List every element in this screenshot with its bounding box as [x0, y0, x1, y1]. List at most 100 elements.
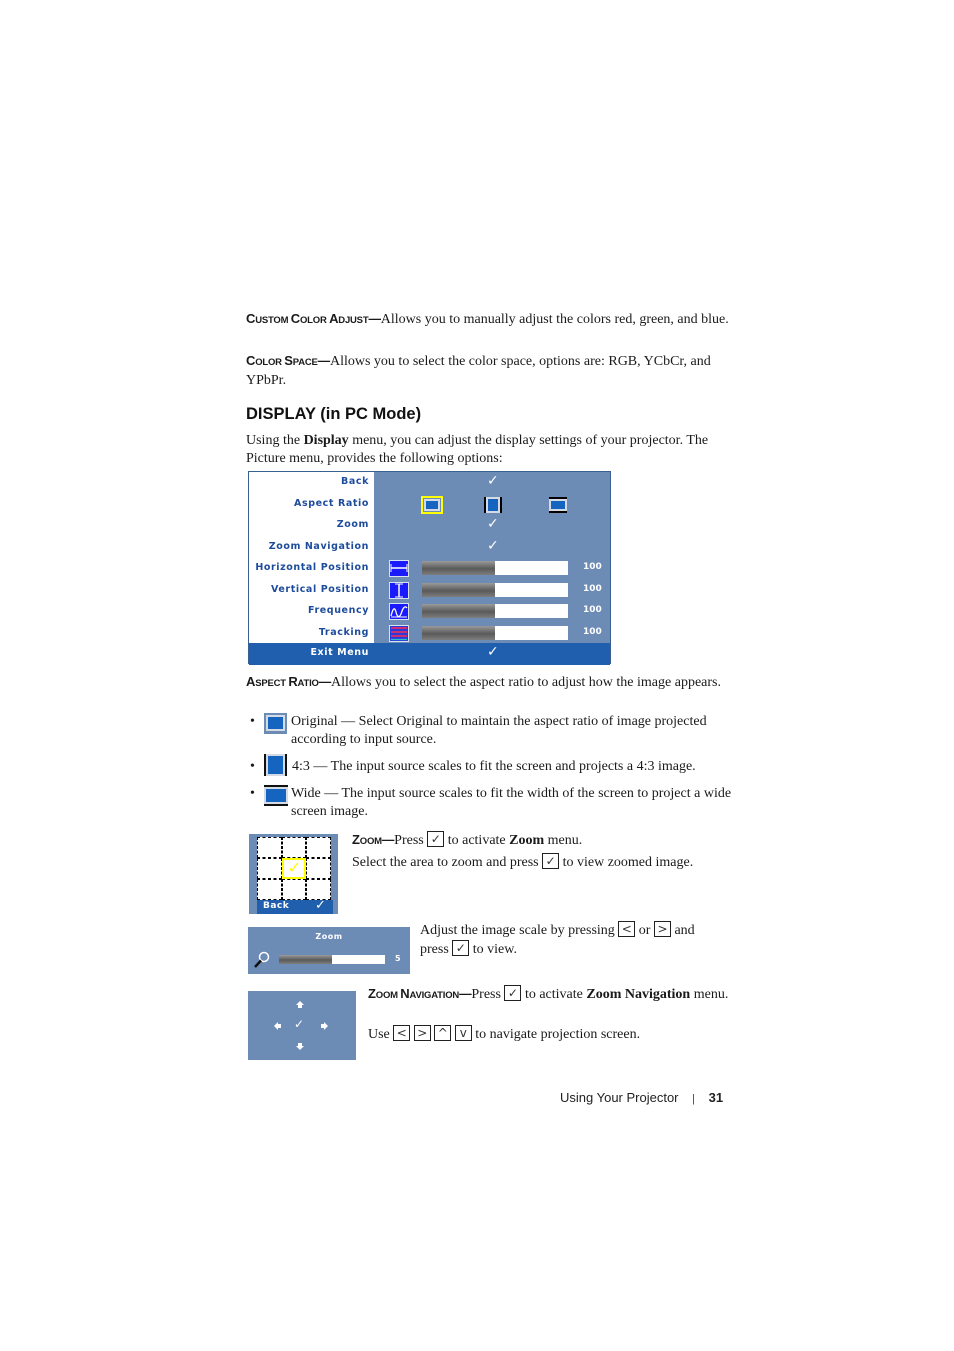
down-button-icon: v: [454, 1025, 472, 1041]
right-button-icon: >: [413, 1025, 431, 1041]
section-title: DISPLAY (in PC Mode): [246, 405, 422, 423]
wide-aspect-option-icon[interactable]: [549, 496, 567, 513]
frequency-icon: [389, 603, 409, 620]
original-aspect-option-icon[interactable]: [421, 495, 443, 514]
check-icon: ✓: [294, 1017, 305, 1031]
bullet-text: Original — Select Original to maintain t…: [291, 714, 707, 747]
select-button-icon: ✓: [452, 940, 470, 956]
osd-row-frequency[interactable]: Frequency 100: [249, 601, 610, 623]
page-footer: Using Your Projector | 31: [560, 1090, 723, 1105]
zoom-cell[interactable]: [306, 879, 331, 900]
bullet: •: [250, 714, 255, 729]
arrow-down-icon: [296, 1043, 304, 1050]
zoom-select-area-text: Select the area to zoom and press ✓ to v…: [352, 853, 694, 870]
display-intro-paragraph: Using the Display menu, you can adjust t…: [246, 432, 738, 468]
zoom-cell[interactable]: [257, 879, 282, 900]
color-space-term: COLOR SPACE—: [246, 353, 330, 368]
horizontal-position-value: 100: [583, 562, 602, 572]
vertical-position-slider[interactable]: [422, 582, 568, 597]
tracking-icon: [389, 624, 409, 642]
wide-aspect-icon: [264, 785, 288, 806]
bullet-text: Wide — The input source scales to fit th…: [291, 786, 732, 819]
zoom-cell[interactable]: [281, 879, 307, 900]
zoom-cell[interactable]: [281, 837, 307, 858]
custom-color-adjust-paragraph: CUSTOM COLOR ADJUST—Allows you to manual…: [246, 310, 738, 330]
osd-label-tracking: Tracking: [318, 626, 369, 638]
zoom-cell[interactable]: [257, 858, 282, 879]
aspect-ratio-paragraph: ASPECT RATIO—Allows you to select the as…: [246, 673, 738, 693]
check-icon: ✓: [315, 898, 326, 913]
osd-label-zoom: Zoom: [336, 519, 369, 530]
osd-label-aspect-ratio: Aspect Ratio: [294, 497, 369, 509]
select-button-icon: ✓: [427, 831, 445, 847]
zoom-cell[interactable]: [257, 837, 282, 858]
zoom-cell-selected[interactable]: ✓: [281, 858, 307, 879]
zoom-navigation-term: ZOOM NAVIGATION—: [368, 986, 472, 1001]
arrow-right-icon: [321, 1022, 328, 1030]
osd-row-zoom[interactable]: Zoom ✓: [249, 515, 610, 537]
zoom-scale-osd: Zoom 5: [248, 927, 410, 974]
zoom-osd-title: Zoom: [315, 932, 343, 941]
zoom-scale-slider[interactable]: [279, 955, 385, 964]
color-space-paragraph: COLOR SPACE—Allows you to select the col…: [246, 352, 738, 390]
bullet: •: [250, 786, 255, 801]
back-label: Back: [263, 901, 290, 911]
zoom-grid-cells: ✓: [257, 837, 331, 900]
right-button-icon: >: [653, 921, 671, 937]
frequency-slider[interactable]: [422, 604, 568, 618]
zoom-cell[interactable]: [306, 858, 331, 879]
select-button-icon: ✓: [542, 853, 560, 869]
page-number: 31: [708, 1090, 724, 1105]
footer-separator: |: [692, 1093, 695, 1105]
check-icon: ✓: [487, 473, 499, 489]
osd-label-vertical-position: Vertical Position: [270, 583, 369, 595]
custom-color-adjust-term: CUSTOM COLOR ADJUST—: [246, 311, 381, 326]
intro-bold-display: Display: [303, 433, 349, 448]
zoom-navigation-osd: ✓: [248, 991, 356, 1060]
up-button-icon: ^: [434, 1025, 452, 1041]
tracking-value: 100: [583, 626, 602, 637]
bullet: •: [250, 759, 255, 774]
check-icon: ✓: [487, 516, 499, 532]
check-icon: ✓: [287, 858, 301, 877]
osd-row-zoom-navigation[interactable]: Zoom Navigation ✓: [249, 537, 610, 559]
zoom-term: ZOOM—: [352, 832, 395, 847]
horizontal-position-icon: [389, 560, 409, 577]
zoom-navigation-use-text: Use < > ^ v to navigate projection scree…: [368, 1025, 641, 1042]
zoom-area-grid: ✓ Back ✓: [249, 834, 338, 914]
osd-row-aspect-ratio[interactable]: Aspect Ratio: [249, 494, 610, 516]
zoom-grid-back-bar[interactable]: Back ✓: [257, 898, 333, 914]
osd-row-horizontal-position[interactable]: Horizontal Position 100: [249, 558, 610, 580]
osd-label-zoom-navigation: Zoom Navigation: [268, 540, 369, 552]
footer-chapter: Using Your Projector: [560, 1090, 679, 1105]
check-icon: ✓: [487, 537, 499, 554]
horizontal-position-slider[interactable]: [422, 561, 568, 575]
intro-text: Using the: [246, 433, 304, 448]
magnifier-icon: [254, 951, 270, 974]
osd-label-back: Back: [340, 476, 369, 487]
aspect-ratio-text: Allows you to select the aspect ratio to…: [331, 675, 721, 690]
display-osd-menu: Back ✓ Aspect Ratio Zoom ✓ Zoom Navigati…: [248, 471, 611, 665]
osd-row-back[interactable]: Back ✓: [249, 472, 610, 494]
osd-row-vertical-position[interactable]: Vertical Position 100: [249, 580, 610, 602]
tracking-slider[interactable]: [422, 625, 568, 640]
select-button-icon: ✓: [504, 985, 522, 1001]
left-button-icon: <: [393, 1025, 411, 1041]
osd-label-exit-menu: Exit Menu: [310, 647, 369, 658]
left-button-icon: <: [618, 921, 636, 937]
custom-color-adjust-text: Allows you to manually adjust the colors…: [380, 312, 729, 327]
original-aspect-icon: [264, 713, 287, 734]
vertical-position-icon: [389, 581, 409, 599]
4-3-aspect-option-icon[interactable]: [484, 496, 502, 513]
vertical-position-value: 100: [583, 583, 602, 594]
zoom-paragraph: ZOOM—Press ✓ to activate Zoom menu.: [352, 831, 583, 848]
arrow-left-icon: [274, 1022, 281, 1030]
osd-row-exit-menu[interactable]: Exit Menu ✓: [249, 643, 610, 665]
osd-row-tracking[interactable]: Tracking 100: [249, 623, 610, 645]
check-icon: ✓: [487, 644, 499, 660]
osd-label-horizontal-position: Horizontal Position: [255, 562, 369, 573]
zoom-cell[interactable]: [306, 837, 331, 858]
4-3-aspect-icon: [264, 754, 287, 776]
bullet-text: 4:3 — The input source scales to fit the…: [292, 759, 696, 774]
zoom-scale-value: 5: [395, 954, 401, 963]
